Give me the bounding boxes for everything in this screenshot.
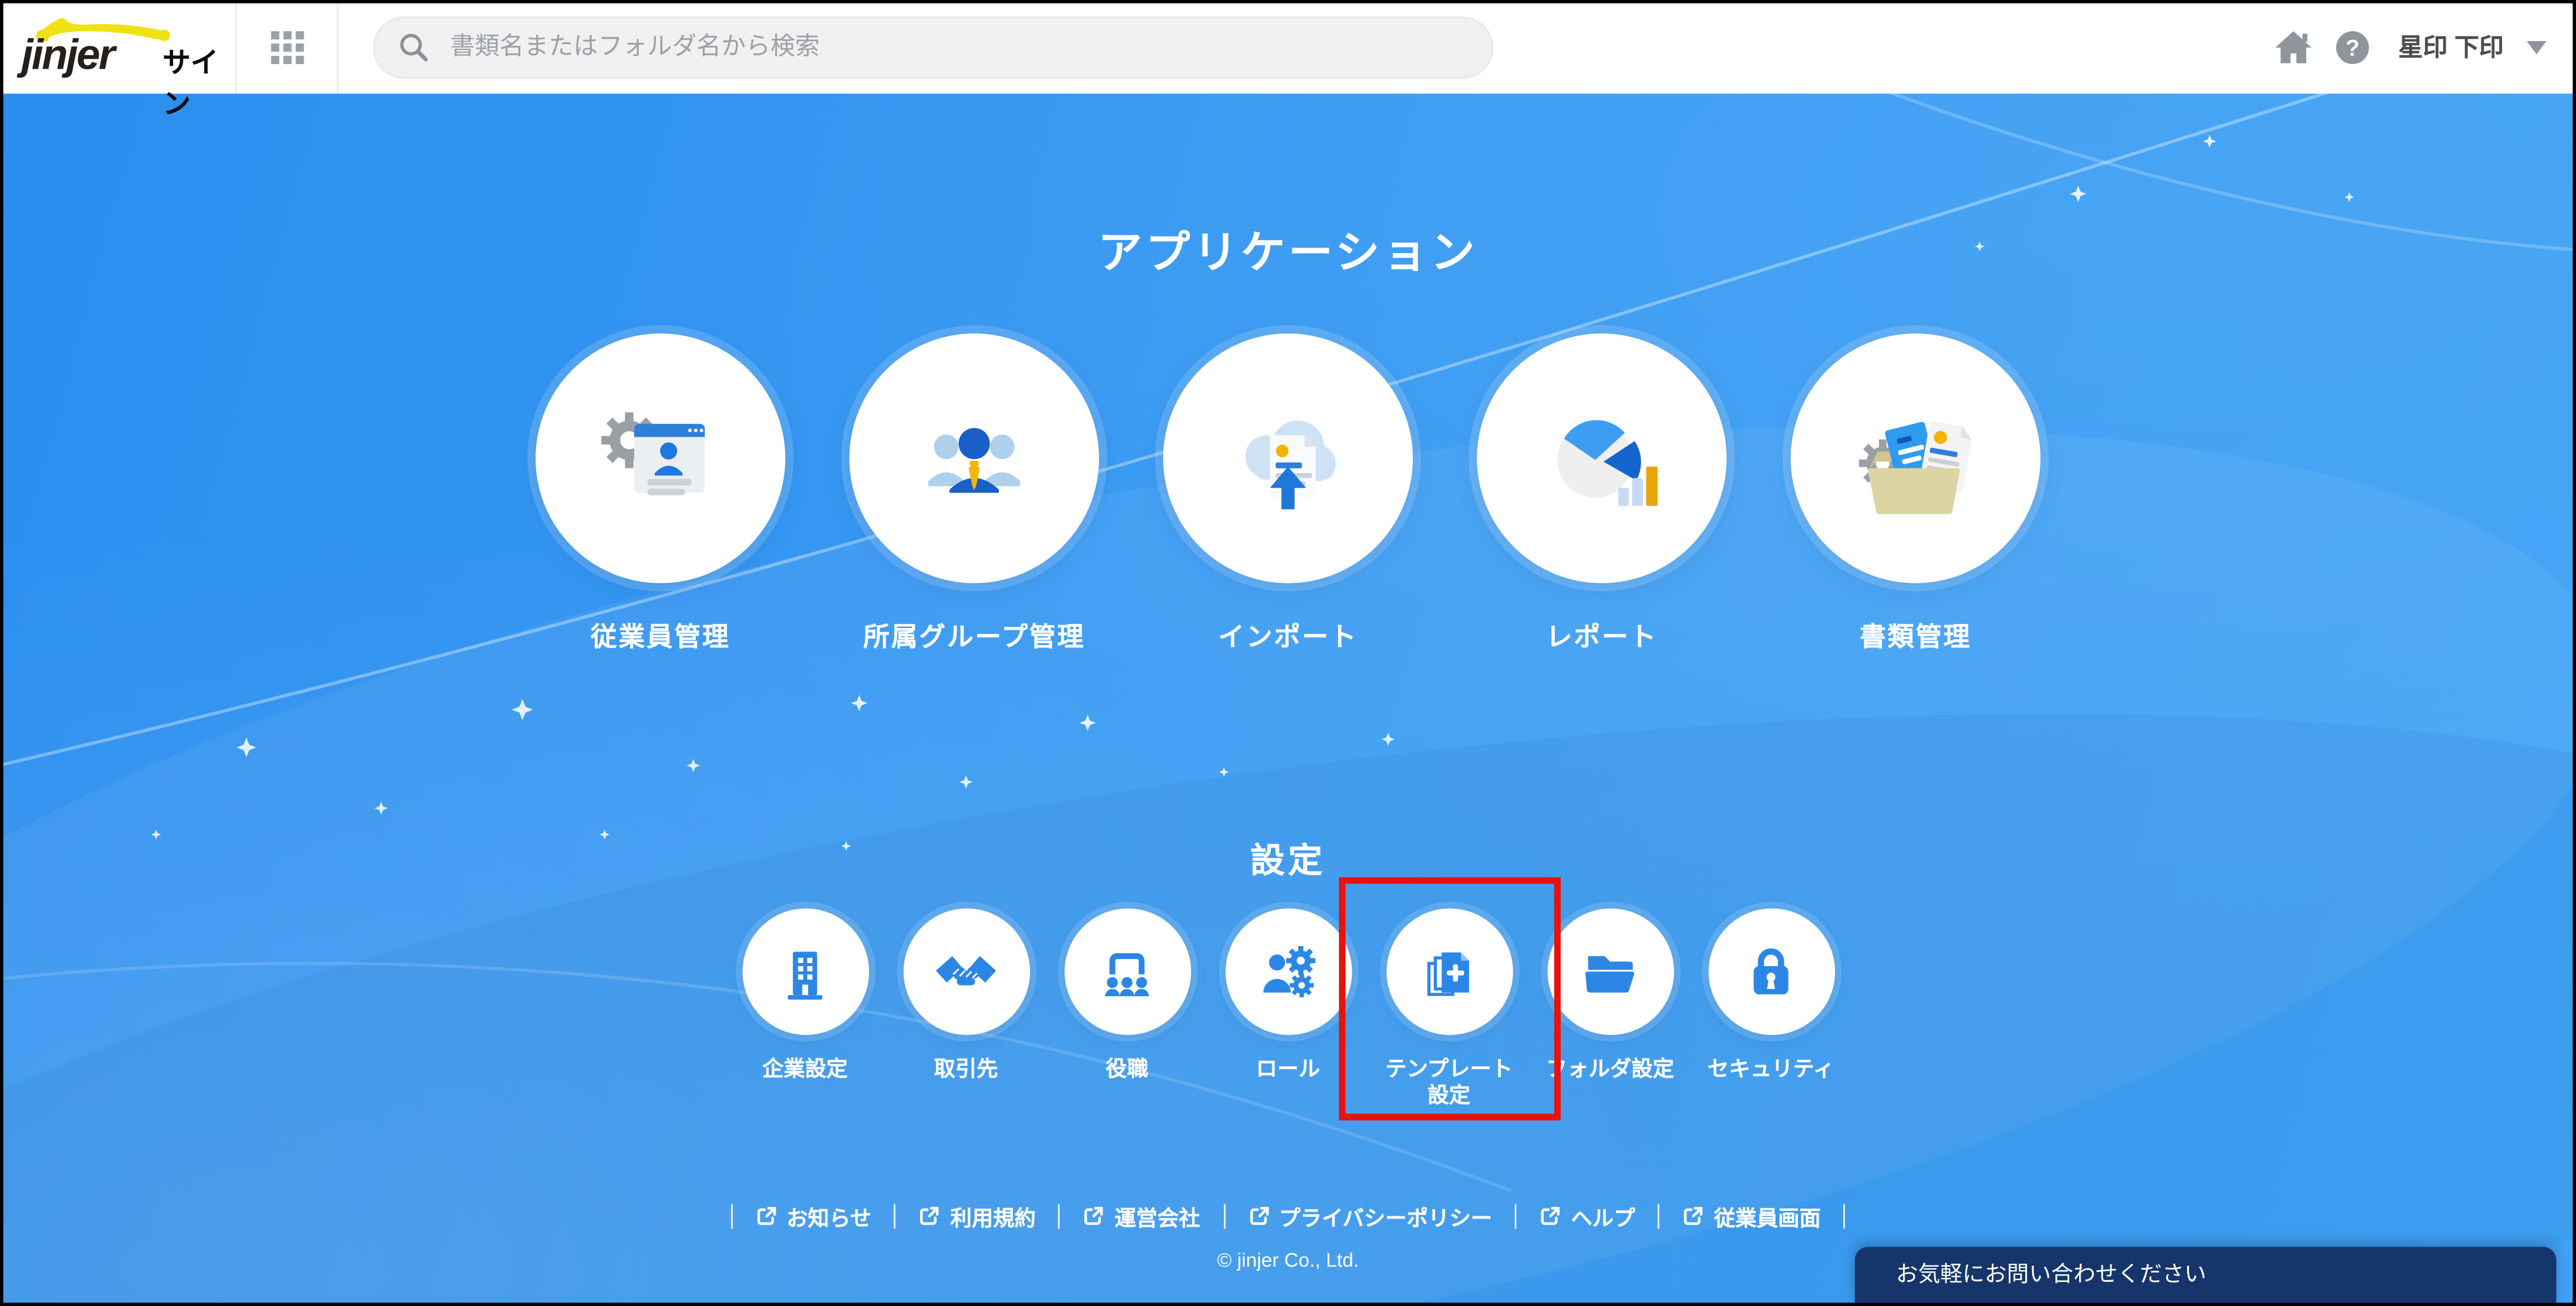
employee-management-icon <box>601 412 705 495</box>
header-divider <box>336 0 339 94</box>
chevron-down-icon <box>2527 40 2547 53</box>
search-input[interactable] <box>373 15 1494 78</box>
setting-item-roles[interactable]: ロール <box>1207 908 1368 1110</box>
template-settings-icon <box>1427 951 1469 995</box>
contact-chat-widget[interactable]: お気軽にお問い合わせください <box>1854 1247 2557 1303</box>
import-icon <box>1245 420 1336 509</box>
help-icon: ? <box>2336 30 2369 63</box>
jinjer-sign-hub: jinjer サイン 書類名またはフォルダ名から検索 ? 星印 下印 アプリケー… <box>0 0 2576 1306</box>
jinjer-logo[interactable]: jinjer サイン <box>21 9 235 119</box>
positions-icon <box>1105 952 1149 995</box>
footer-separator <box>1059 1204 1060 1229</box>
footer-link-privacy-policy[interactable]: プライバシーポリシー <box>1248 1201 1492 1232</box>
app-label: レポート <box>1545 624 1658 653</box>
setting-item-company-settings[interactable]: 企業設定 <box>725 908 885 1110</box>
app-item-report[interactable]: レポート <box>1445 333 1759 654</box>
folder-settings-icon <box>1583 955 1636 994</box>
user-name: 星印 下印 <box>2398 34 2504 63</box>
footer-link-help[interactable]: ヘルプ <box>1540 1201 1635 1232</box>
app-label: インポート <box>1218 624 1358 653</box>
search-icon <box>400 33 428 61</box>
home-icon <box>2275 30 2312 63</box>
company-settings-icon <box>787 951 823 999</box>
app-label: 書類管理 <box>1860 624 1972 653</box>
header: jinjer サイン 書類名またはフォルダ名から検索 ? 星印 下印 <box>0 0 2576 119</box>
home-button[interactable] <box>2264 17 2323 76</box>
setting-label: セキュリティ <box>1707 1056 1835 1081</box>
setting-item-business-partners[interactable]: 取引先 <box>885 908 1046 1110</box>
footer-link-terms[interactable]: 利用規約 <box>919 1201 1036 1232</box>
help-button[interactable]: ? <box>2323 17 2382 76</box>
footer-separator <box>1223 1204 1225 1229</box>
external-link-icon <box>757 1207 776 1225</box>
settings-row: 企業設定 取引先 役職 ロール テンプレート設定 フォルダ設定 セキュリティ <box>0 877 2576 1121</box>
roles-icon <box>1263 945 1316 997</box>
footer-separator <box>1843 1204 1846 1229</box>
settings-section-title: 設定 <box>1250 842 1326 881</box>
external-link-icon <box>1541 1207 1560 1225</box>
hub-background: アプリケーション 従業員管理 所属グループ管理 インポート レポート 書類管理 … <box>0 93 2576 1306</box>
screen: jinjer サイン 書類名またはフォルダ名から検索 ? 星印 下印 アプリケー… <box>0 0 2576 1306</box>
security-icon <box>1753 947 1789 994</box>
app-item-import[interactable]: インポート <box>1131 333 1444 654</box>
applications-section-title: アプリケーション <box>1097 228 1479 278</box>
external-link-icon <box>1684 1207 1703 1225</box>
setting-label: テンプレート設定 <box>1385 1056 1513 1108</box>
footer-separator <box>1515 1204 1517 1229</box>
user-menu[interactable]: 星印 下印 <box>2398 29 2547 64</box>
setting-label: フォルダ設定 <box>1545 1056 1674 1081</box>
logo-product-name: サイン <box>162 46 219 119</box>
document-management-icon <box>1858 420 1972 515</box>
applications-row: 従業員管理 所属グループ管理 インポート レポート 書類管理 <box>0 333 2576 654</box>
setting-label: ロール <box>1255 1056 1321 1081</box>
setting-label: 役職 <box>1105 1056 1149 1081</box>
footer-links: お知らせ 利用規約 運営会社 プライバシーポリシー ヘルプ 従業員画面 <box>0 1201 2576 1232</box>
setting-item-folder-settings[interactable]: フォルダ設定 <box>1530 908 1691 1110</box>
app-label: 所属グループ管理 <box>863 624 1086 653</box>
setting-label: 取引先 <box>934 1056 998 1081</box>
app-item-group-management[interactable]: 所属グループ管理 <box>817 333 1131 654</box>
footer-separator <box>730 1204 733 1229</box>
search-bar <box>373 15 1494 78</box>
setting-item-template-settings[interactable]: テンプレート設定 <box>1339 877 1561 1121</box>
app-label: 従業員管理 <box>590 624 730 653</box>
svg-text:?: ? <box>2345 35 2359 60</box>
report-icon <box>1557 420 1658 507</box>
footer-link-news[interactable]: お知らせ <box>755 1201 871 1232</box>
logo-text: jinjer <box>21 28 115 78</box>
business-partners-icon <box>935 955 996 985</box>
external-link-icon <box>1085 1207 1104 1225</box>
app-launcher-button[interactable] <box>237 0 337 94</box>
app-item-employee-management[interactable]: 従業員管理 <box>504 333 817 654</box>
grid-icon <box>270 30 304 63</box>
external-link-icon <box>1249 1207 1268 1225</box>
group-management-icon <box>928 428 1021 493</box>
app-item-document-management[interactable]: 書類管理 <box>1759 333 2072 654</box>
footer-link-company[interactable]: 運営会社 <box>1083 1201 1200 1232</box>
footer-separator <box>1658 1204 1660 1229</box>
header-actions: ? 星印 下印 <box>2264 17 2547 76</box>
external-link-icon <box>921 1207 940 1225</box>
setting-label: 企業設定 <box>762 1056 848 1081</box>
setting-item-positions[interactable]: 役職 <box>1046 908 1207 1110</box>
setting-item-security[interactable]: セキュリティ <box>1691 908 1851 1110</box>
footer-link-employee-screen[interactable]: 従業員画面 <box>1683 1201 1821 1232</box>
footer-separator <box>894 1204 897 1229</box>
